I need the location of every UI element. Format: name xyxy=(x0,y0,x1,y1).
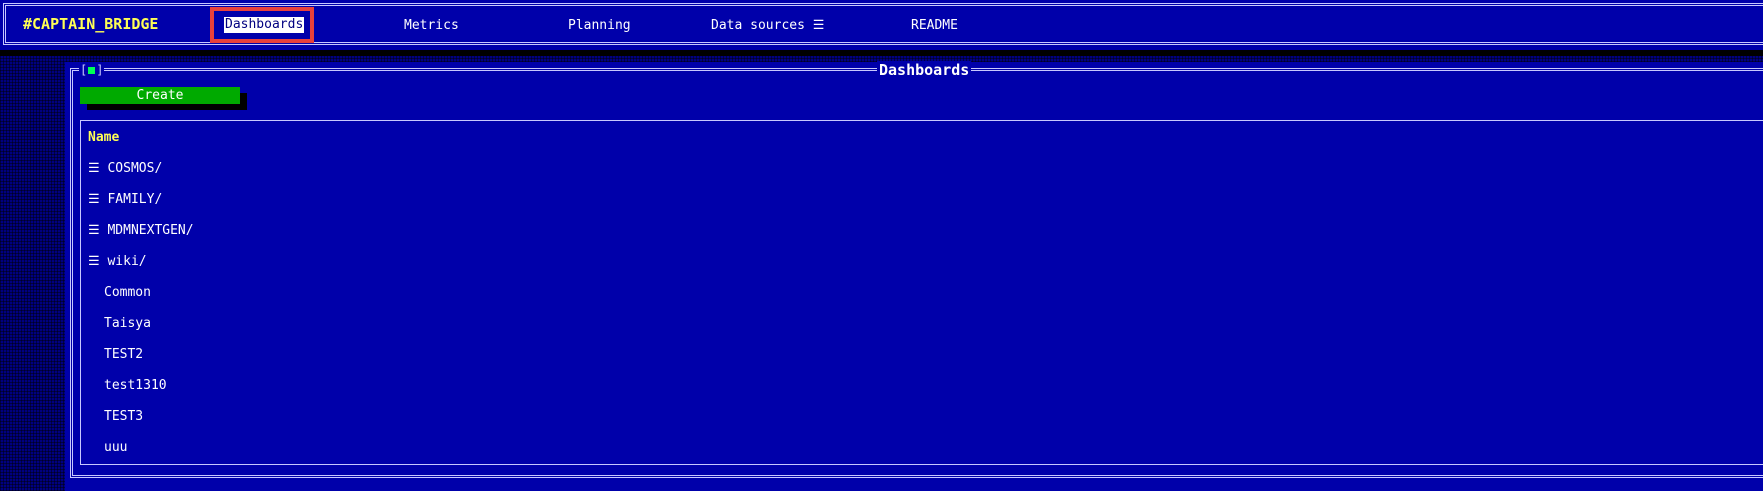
nav-item-data-sources[interactable]: Data sources ☰ xyxy=(711,18,824,33)
nav-item-readme[interactable]: README xyxy=(911,18,958,33)
dashboard-row-test1310[interactable]: test1310 xyxy=(104,378,167,393)
dashboard-list xyxy=(80,120,1763,465)
nav-item-metrics[interactable]: Metrics xyxy=(404,18,459,33)
nav-item-planning[interactable]: Planning xyxy=(568,18,631,33)
nav-item-dashboards[interactable]: Dashboards xyxy=(224,17,305,33)
top-nav-bar: #CAPTAIN_BRIDGE Dashboards Metrics Plann… xyxy=(0,0,1763,50)
folder-row-cosmos[interactable]: ☰ COSMOS/ xyxy=(88,161,162,176)
dashboard-row-common[interactable]: Common xyxy=(104,285,151,300)
dashboards-panel: Dashboards [] Create Name ☰ COSMOS/ ☰ FA… xyxy=(65,61,1763,491)
create-button[interactable]: Create xyxy=(80,87,240,104)
panel-title: Dashboards xyxy=(877,61,972,79)
folder-row-family[interactable]: ☰ FAMILY/ xyxy=(88,192,162,207)
dashboard-row-taisya[interactable]: Taisya xyxy=(104,316,151,331)
dashboard-row-test2[interactable]: TEST2 xyxy=(104,347,143,362)
close-icon xyxy=(88,67,96,74)
app-brand[interactable]: #CAPTAIN_BRIDGE xyxy=(23,15,158,33)
dashboard-row-test3[interactable]: TEST3 xyxy=(104,409,143,424)
folder-row-mdmnextgen[interactable]: ☰ MDMNEXTGEN/ xyxy=(88,223,194,238)
dashboard-row-uuu[interactable]: uuu xyxy=(104,440,127,455)
top-nav-shadow xyxy=(0,50,1763,56)
column-header-name[interactable]: Name xyxy=(88,130,119,145)
folder-row-wiki[interactable]: ☰ wiki/ xyxy=(88,254,147,269)
close-panel-button[interactable]: [] xyxy=(79,63,105,77)
